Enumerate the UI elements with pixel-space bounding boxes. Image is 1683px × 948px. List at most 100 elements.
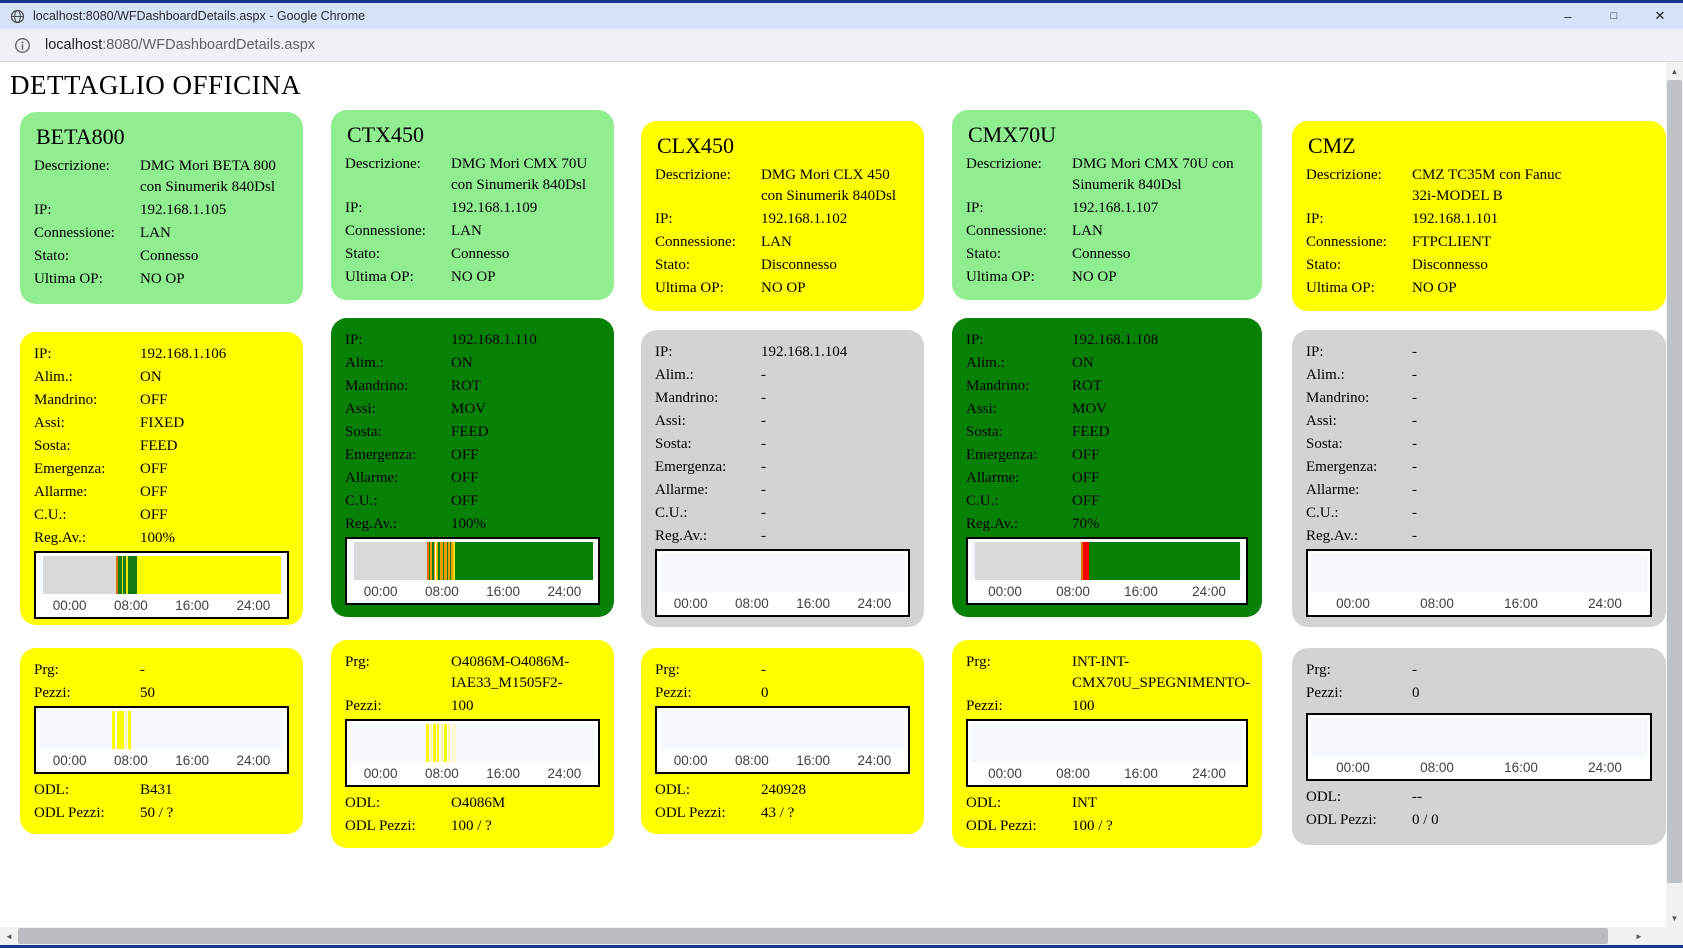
field-value: 192.168.1.105: [140, 200, 289, 221]
field-value: -: [1412, 660, 1652, 681]
url-host: localhost: [45, 37, 102, 53]
field-label: Stato:: [34, 246, 140, 267]
field-value: 240928: [761, 780, 910, 801]
machine-info-card: CTX450 Descrizione:DMG Mori CMX 70U con …: [331, 110, 614, 300]
field-value: OFF: [1072, 445, 1248, 466]
row-ultima-op: Ultima OP:NO OP: [966, 267, 1248, 288]
tick-label: 00:00: [1311, 596, 1395, 611]
tick-label: 00:00: [660, 753, 721, 768]
field-value: Connesso: [451, 244, 600, 265]
machine-production-card: Prg:O4086M-O4086M-IAE33_M1505F2- Pezzi:1…: [331, 640, 614, 848]
field-value: -: [761, 660, 910, 681]
field-value: 192.168.1.110: [451, 330, 600, 351]
minimize-button[interactable]: –: [1545, 3, 1591, 29]
row-connessione: Connessione:LAN: [345, 221, 600, 242]
field-label: IP:: [345, 198, 451, 219]
field-value: 192.168.1.101: [1412, 209, 1652, 230]
production-timeline-chart: 00:0008:0016:0024:00: [966, 719, 1248, 787]
field-label: Assi:: [345, 399, 451, 420]
field-value: 50: [140, 683, 289, 704]
machine-name: BETA800: [36, 124, 289, 150]
field-label: Reg.Av.:: [345, 514, 451, 535]
field-label: Alim.:: [345, 353, 451, 374]
field-label: Sosta:: [655, 434, 761, 455]
address-bar[interactable]: localhost:8080/WFDashboardDetails.aspx: [0, 29, 1683, 62]
field-label: Allarme:: [966, 468, 1072, 489]
horizontal-scrollbar-thumb[interactable]: [18, 928, 1608, 944]
maximize-button[interactable]: □: [1591, 3, 1637, 29]
field-label: IP:: [655, 209, 761, 230]
vertical-scrollbar[interactable]: ▲ ▼: [1666, 62, 1683, 927]
machine-status-card: IP:192.168.1.110 Alim.:ON Mandrino:ROT A…: [331, 318, 614, 617]
field-value: LAN: [451, 221, 600, 242]
field-label: Mandrino:: [655, 388, 761, 409]
row-odl: ODL:--: [1306, 787, 1652, 808]
tick-label: 08:00: [1395, 760, 1479, 775]
field-label: C.U.:: [966, 491, 1072, 512]
field-label: Allarme:: [345, 468, 451, 489]
timeline-strip: [660, 711, 905, 749]
field-label: ODL Pezzi:: [655, 803, 761, 824]
machine-production-card: Prg:- Pezzi:50 00:0008:0016:0024:00 ODL:…: [20, 648, 303, 834]
field-label: Prg:: [1306, 660, 1412, 681]
field-value: -: [1412, 365, 1652, 386]
field-value: 50 / ?: [140, 803, 289, 824]
tick-label: 08:00: [1039, 584, 1107, 599]
row-assi: Assi:-: [1306, 411, 1652, 432]
field-label: Pezzi:: [1306, 683, 1412, 704]
globe-icon: [10, 9, 25, 24]
field-value: -: [761, 457, 910, 478]
tick-label: 24:00: [534, 584, 595, 599]
timeline-strip: [39, 556, 284, 594]
row-descrizione: Descrizione:DMG Mori CMX 70U con Sinumer…: [345, 154, 600, 196]
field-label: Stato:: [1306, 255, 1412, 276]
field-value: -: [761, 365, 910, 386]
field-label: C.U.:: [345, 491, 451, 512]
vertical-scrollbar-thumb[interactable]: [1667, 80, 1682, 883]
machine-name: CMZ: [1308, 133, 1652, 159]
field-value: MOV: [451, 399, 600, 420]
scroll-up-icon[interactable]: ▲: [1666, 62, 1683, 80]
info-icon[interactable]: [14, 37, 31, 54]
row-alim: Alim.:-: [1306, 365, 1652, 386]
field-label: Assi:: [1306, 411, 1412, 432]
field-value: DMG Mori CLX 450 con Sinumerik 840Dsl: [761, 165, 910, 207]
field-label: Prg:: [345, 652, 451, 694]
field-value: 100%: [451, 514, 600, 535]
field-value: -: [761, 526, 910, 547]
field-label: C.U.:: [34, 505, 140, 526]
field-value: NO OP: [1072, 267, 1248, 288]
tick-label: 08:00: [100, 753, 161, 768]
horizontal-scrollbar[interactable]: ◄ ►: [0, 927, 1666, 945]
timeline-ticks: 00:0008:0016:0024:00: [660, 592, 905, 615]
row-assi: Assi:FIXED: [34, 413, 289, 434]
url-path: :8080/WFDashboardDetails.aspx: [102, 37, 315, 53]
field-value: OFF: [140, 390, 289, 411]
field-value: NO OP: [140, 269, 289, 290]
field-value: -: [1412, 411, 1652, 432]
field-label: Emergenza:: [345, 445, 451, 466]
tick-label: 00:00: [971, 584, 1039, 599]
tick-label: 00:00: [971, 766, 1039, 781]
field-value: 100 / ?: [1072, 816, 1248, 837]
field-label: Reg.Av.:: [655, 526, 761, 547]
url-text[interactable]: localhost:8080/WFDashboardDetails.aspx: [45, 37, 315, 53]
row-reg-av: Reg.Av.:-: [1306, 526, 1652, 547]
tick-label: 16:00: [473, 766, 534, 781]
field-value: INT-INT-CMX70U_SPEGNIMENTO-: [1072, 652, 1250, 694]
field-value: DMG Mori CMX 70U con Sinumerik 840Dsl: [451, 154, 600, 196]
scroll-down-icon[interactable]: ▼: [1666, 909, 1683, 927]
scroll-left-icon[interactable]: ◄: [0, 927, 18, 945]
close-button[interactable]: ✕: [1637, 3, 1683, 29]
scroll-right-icon[interactable]: ►: [1630, 927, 1648, 945]
field-value: OFF: [1072, 468, 1248, 489]
tick-label: 08:00: [411, 584, 472, 599]
field-label: Allarme:: [34, 482, 140, 503]
field-label: IP:: [966, 330, 1072, 351]
row-reg-av: Reg.Av.:100%: [345, 514, 600, 535]
row-odl: ODL:O4086M: [345, 793, 600, 814]
row-descrizione: Descrizione:CMZ TC35M con Fanuc 32i-MODE…: [1306, 165, 1652, 207]
tick-label: 24:00: [1563, 596, 1647, 611]
field-label: Sosta:: [345, 422, 451, 443]
status-timeline-chart: 00:0008:0016:0024:00: [1306, 549, 1652, 617]
